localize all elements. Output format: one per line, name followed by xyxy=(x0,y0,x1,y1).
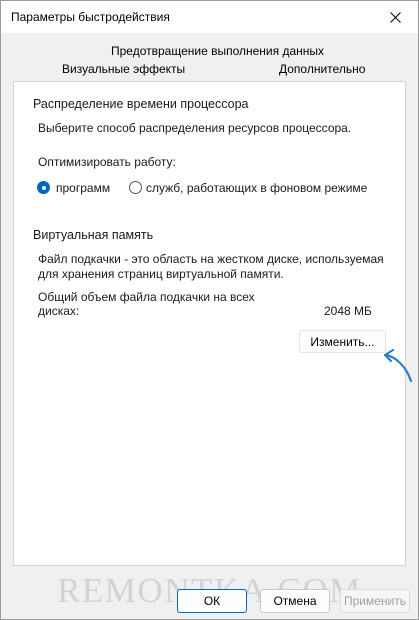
pointer-arrow-icon xyxy=(383,348,413,383)
cpu-section-title: Распределение времени процессора xyxy=(33,97,249,111)
apply-button[interactable]: Применить xyxy=(340,589,410,613)
cancel-button[interactable]: Отмена xyxy=(260,589,330,613)
radio-programs[interactable] xyxy=(37,181,50,194)
close-icon xyxy=(389,11,401,23)
title-bar: Параметры быстродействия xyxy=(1,1,418,33)
close-button[interactable] xyxy=(372,1,418,33)
tab-strip: Предотвращение выполнения данных Визуаль… xyxy=(1,33,418,83)
cpu-description: Выберите способ распределения ресурсов п… xyxy=(38,121,352,135)
window-title: Параметры быстродействия xyxy=(11,10,170,24)
tab-visual-effects[interactable]: Визуальные эффекты xyxy=(62,62,185,76)
pagefile-total-label-line1: Общий объем файла подкачки на всех xyxy=(38,290,255,304)
ok-button[interactable]: ОК xyxy=(177,589,247,613)
performance-options-window: Параметры быстродействия Предотвращение … xyxy=(0,0,419,620)
advanced-tab-panel: Распределение времени процессора Выберит… xyxy=(13,81,406,566)
virtual-memory-section-title: Виртуальная память xyxy=(33,228,154,242)
pagefile-description-line1: Файл подкачки - это область на жестком д… xyxy=(38,252,384,266)
tab-advanced[interactable]: Дополнительно xyxy=(279,62,365,76)
tab-data-execution-prevention[interactable]: Предотвращение выполнения данных xyxy=(111,44,324,58)
optimize-label: Оптимизировать работу: xyxy=(38,155,176,169)
pagefile-description-line2: для хранения страниц виртуальной памяти. xyxy=(38,267,284,281)
pagefile-total-value: 2048 МБ xyxy=(324,304,372,318)
radio-background-services-label[interactable]: служб, работающих в фоновом режиме xyxy=(146,181,367,195)
radio-background-services[interactable] xyxy=(129,181,142,194)
radio-programs-label[interactable]: программ xyxy=(56,181,110,195)
pagefile-total-label-line2: дисках: xyxy=(38,304,80,318)
